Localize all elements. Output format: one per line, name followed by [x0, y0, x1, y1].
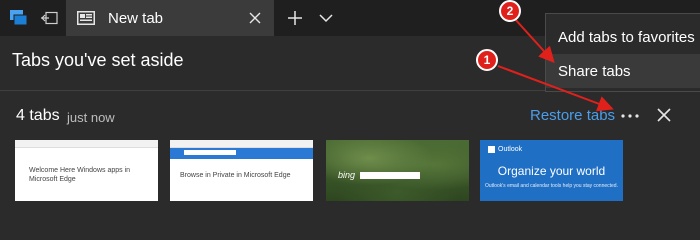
bing-logo: bing: [338, 170, 356, 180]
tab-new-tab[interactable]: New tab: [66, 0, 274, 36]
tab-thumbnail[interactable]: Welcome Here Windows apps in Microsoft E…: [15, 140, 158, 201]
thumbnail-caption: Welcome Here Windows apps in Microsoft E…: [29, 167, 131, 183]
set-aside-time: just now: [67, 110, 115, 125]
callout-badge: 1: [476, 49, 498, 71]
tab-thumbnail[interactable]: Outlook Organize your world Outlook's em…: [480, 140, 623, 201]
menu-item-add-tabs-to-favorites[interactable]: Add tabs to favorites: [546, 20, 700, 54]
menu-item-share-tabs[interactable]: Share tabs: [546, 54, 700, 88]
panel-title: Tabs you've set aside: [12, 50, 184, 70]
new-tab-favicon-icon: [76, 9, 96, 27]
tab-count: 4 tabs: [16, 107, 60, 124]
thumbnail-header: [15, 140, 158, 148]
chevron-down-icon[interactable]: [314, 4, 338, 32]
tabs-set-aside-icon[interactable]: [6, 0, 32, 36]
remove-tab-set-close-icon[interactable]: [653, 104, 675, 126]
tab-set-context-menu: Add tabs to favorites Share tabs: [545, 13, 700, 92]
bing-search-box: [360, 172, 420, 179]
thumbnail-caption: Browse in Private in Microsoft Edge: [180, 172, 291, 179]
outlook-headline: Organize your world: [497, 164, 606, 178]
close-tab-icon[interactable]: [242, 5, 268, 31]
more-options-icon[interactable]: [619, 106, 641, 126]
thumbnail-search-box: [184, 150, 236, 155]
outlook-logo: Outlook: [488, 146, 522, 153]
callout-badge: 2: [499, 0, 521, 22]
restore-tabs-link[interactable]: Restore tabs: [530, 107, 615, 124]
outlook-subtext: Outlook's email and calendar tools help …: [485, 183, 618, 189]
outlook-brand: Outlook: [498, 146, 523, 153]
tab-thumbnail[interactable]: Browse in Private in Microsoft Edge: [170, 140, 313, 201]
thumbnail-header: [170, 140, 313, 148]
outlook-icon: [488, 146, 495, 153]
tab-thumbnail[interactable]: bing: [326, 140, 469, 201]
set-tabs-aside-icon[interactable]: [36, 0, 62, 36]
tab-title: New tab: [108, 9, 164, 27]
new-tab-plus-icon[interactable]: [282, 4, 308, 32]
